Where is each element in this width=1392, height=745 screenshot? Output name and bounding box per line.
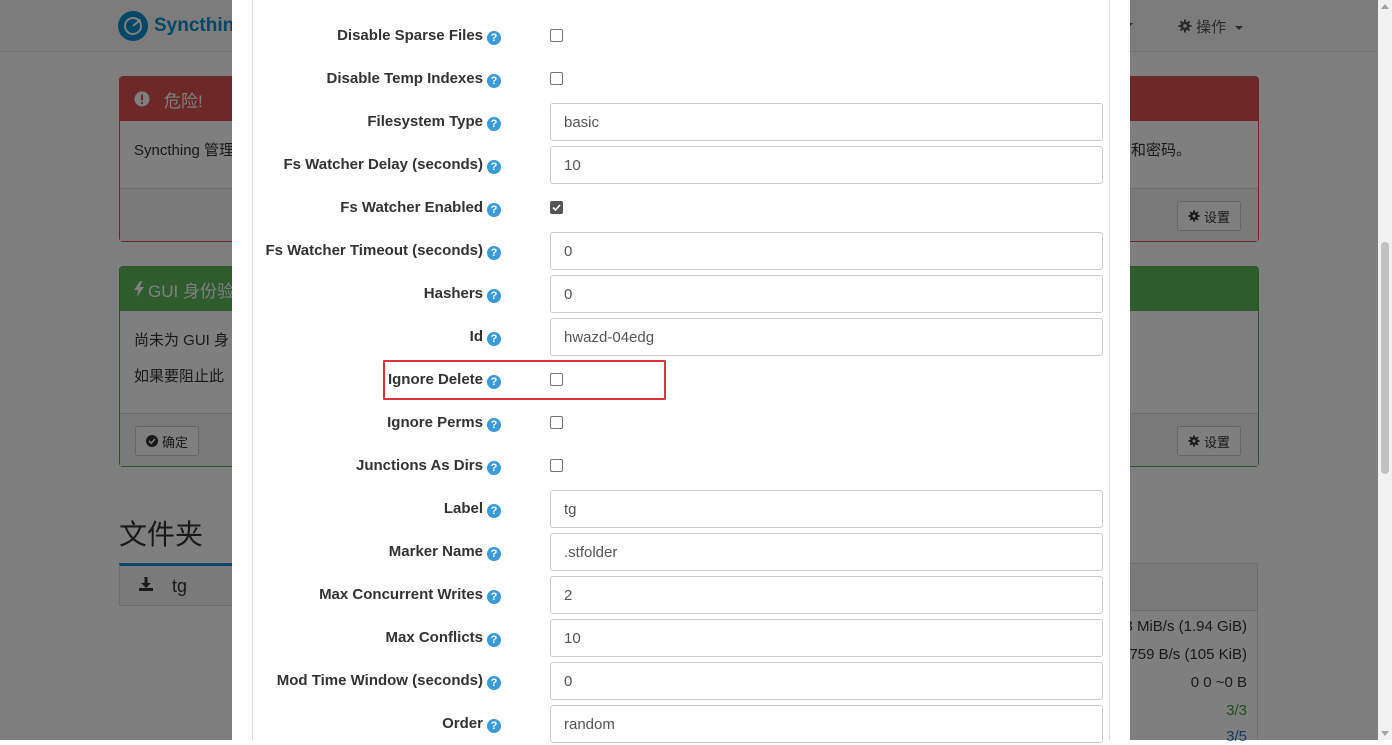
field-mod-time-window: Mod Time Window (seconds)?	[253, 662, 1109, 700]
label-input[interactable]	[550, 490, 1103, 528]
scroll-down-arrow-icon[interactable]	[1381, 731, 1389, 736]
hashers-input[interactable]	[550, 275, 1103, 313]
field-label: Max Concurrent Writes?	[319, 576, 501, 614]
field-label: Hashers?	[424, 275, 501, 313]
field-ignore-perms: Ignore Perms?	[253, 404, 1109, 442]
field-label: Max Conflicts?	[385, 619, 501, 657]
help-icon[interactable]: ?	[487, 719, 501, 733]
field-ignore-delete: Ignore Delete?	[253, 361, 1109, 399]
help-icon[interactable]: ?	[487, 160, 501, 174]
help-icon[interactable]: ?	[487, 590, 501, 604]
field-label: Label?	[444, 490, 501, 528]
field-junctions-as-dirs: Junctions As Dirs?	[253, 447, 1109, 485]
fs-watcher-delay-input[interactable]	[550, 146, 1103, 184]
max-conflicts-input[interactable]	[550, 619, 1103, 657]
junctions-as-dirs-checkbox[interactable]	[550, 459, 563, 472]
mod-time-window-input[interactable]	[550, 662, 1103, 700]
field-label: Fs Watcher Enabled?	[340, 189, 501, 227]
field-label: Id?	[470, 318, 501, 356]
field-label: Junctions As Dirs?	[356, 447, 501, 485]
help-icon[interactable]: ?	[487, 117, 501, 131]
max-concurrent-writes-input[interactable]	[550, 576, 1103, 614]
field-marker-name: Marker Name?	[253, 533, 1109, 571]
advanced-folder-modal: Disable Sparse Files? Disable Temp Index…	[232, 0, 1130, 743]
help-icon[interactable]: ?	[487, 289, 501, 303]
field-label: Marker Name?	[389, 533, 501, 571]
scrollbar-thumb[interactable]	[1381, 242, 1389, 474]
scroll-up-arrow-icon[interactable]	[1381, 4, 1389, 9]
field-filesystem-type: Filesystem Type?	[253, 103, 1109, 141]
filesystem-type-input[interactable]	[550, 103, 1103, 141]
field-label: Fs Watcher Delay (seconds)?	[283, 146, 501, 184]
field-label: Fs Watcher Timeout (seconds)?	[265, 232, 501, 270]
field-fs-watcher-enabled: Fs Watcher Enabled?	[253, 189, 1109, 227]
help-icon[interactable]: ?	[487, 418, 501, 432]
field-label: Mod Time Window (seconds)?	[277, 662, 501, 700]
marker-name-input[interactable]	[550, 533, 1103, 571]
help-icon[interactable]: ?	[487, 31, 501, 45]
field-label: Disable Sparse Files?	[337, 17, 501, 55]
field-label: Order?	[442, 705, 501, 743]
field-label-name: Label?	[253, 490, 1109, 528]
help-icon[interactable]: ?	[487, 633, 501, 647]
field-hashers: Hashers?	[253, 275, 1109, 313]
field-label: Filesystem Type?	[367, 103, 501, 141]
checkmark-icon	[552, 204, 561, 212]
fs-watcher-timeout-input[interactable]	[550, 232, 1103, 270]
ignore-perms-checkbox[interactable]	[550, 416, 563, 429]
advanced-folder-form: Disable Sparse Files? Disable Temp Index…	[252, 0, 1110, 743]
help-icon[interactable]: ?	[487, 203, 501, 217]
field-disable-temp-indexes: Disable Temp Indexes?	[253, 60, 1109, 98]
page-scrollbar[interactable]	[1378, 0, 1392, 740]
help-icon[interactable]: ?	[487, 504, 501, 518]
field-order: Order?	[253, 705, 1109, 743]
field-fs-watcher-timeout: Fs Watcher Timeout (seconds)?	[253, 232, 1109, 270]
help-icon[interactable]: ?	[487, 246, 501, 260]
disable-temp-indexes-checkbox[interactable]	[550, 72, 563, 85]
ignore-delete-highlight	[383, 360, 666, 400]
help-icon[interactable]: ?	[487, 461, 501, 475]
help-icon[interactable]: ?	[487, 74, 501, 88]
fs-watcher-enabled-checkbox[interactable]	[550, 201, 563, 214]
field-fs-watcher-delay: Fs Watcher Delay (seconds)?	[253, 146, 1109, 184]
field-label: Disable Temp Indexes?	[327, 60, 501, 98]
field-id: Id?	[253, 318, 1109, 356]
field-disable-sparse-files: Disable Sparse Files?	[253, 17, 1109, 55]
field-label: Ignore Perms?	[387, 404, 501, 442]
field-max-conflicts: Max Conflicts?	[253, 619, 1109, 657]
disable-sparse-files-checkbox[interactable]	[550, 29, 563, 42]
field-max-concurrent-writes: Max Concurrent Writes?	[253, 576, 1109, 614]
order-input[interactable]	[550, 705, 1103, 743]
help-icon[interactable]: ?	[487, 332, 501, 346]
help-icon[interactable]: ?	[487, 676, 501, 690]
id-input[interactable]	[550, 318, 1103, 356]
help-icon[interactable]: ?	[487, 547, 501, 561]
